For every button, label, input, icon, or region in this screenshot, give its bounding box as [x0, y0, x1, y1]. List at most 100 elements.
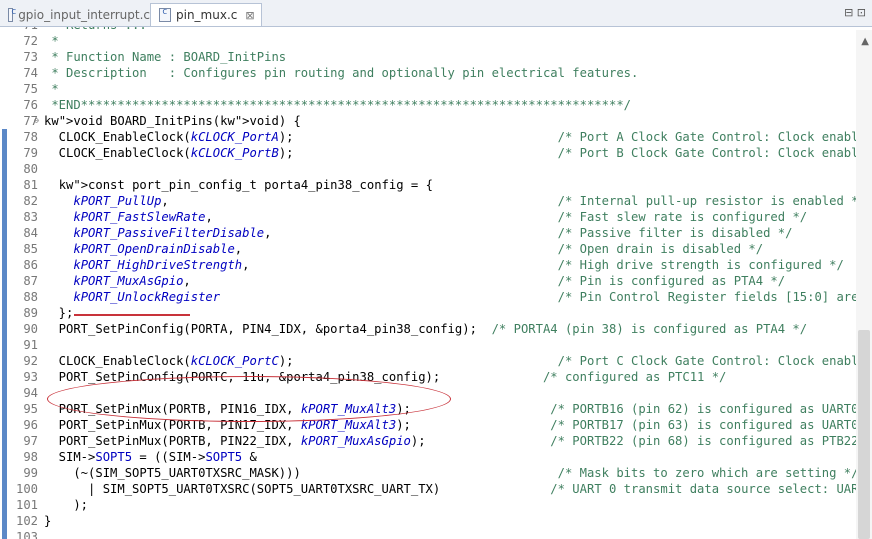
code-line[interactable]: 88 kPORT_UnlockRegister /* Pin Control R… [8, 289, 872, 305]
code-line[interactable]: 85 kPORT_OpenDrainDisable, /* Open drain… [8, 241, 854, 257]
code-text: kw">const port_pin_config_t porta4_pin38… [58, 178, 433, 192]
code-line[interactable]: 95 PORT_SetPinMux(PORTB, PIN16_IDX, kPOR… [8, 401, 872, 417]
code-text: * Returns ... [44, 27, 146, 32]
code-text: kPORT_PullUp, /* Internal pull-up resist… [73, 194, 866, 208]
code-text: kPORT_UnlockRegister /* Pin Control Regi… [73, 290, 872, 304]
code-line[interactable]: 81 kw">const port_pin_config_t porta4_pi… [8, 177, 854, 193]
code-line[interactable]: 86 kPORT_HighDriveStrength, /* High driv… [8, 257, 854, 273]
code-text: PORT_SetPinMux(PORTB, PIN22_IDX, kPORT_M… [44, 434, 872, 448]
line-number: 102 [15, 514, 38, 528]
line-number: 72 [23, 34, 38, 48]
code-text: CLOCK_EnableClock(kCLOCK_PortC); /* Port… [44, 354, 872, 368]
code-line[interactable]: 103 [8, 529, 854, 539]
code-text: kw">void BOARD_InitPins(kw">void) { [44, 114, 301, 128]
code-text: * [44, 82, 59, 96]
code-text: * [44, 34, 59, 48]
code-line[interactable]: 84 kPORT_PassiveFilterDisable, /* Passiv… [8, 225, 854, 241]
code-text: PORT_SetPinConfig(PORTC, 11u, &porta4_pi… [44, 370, 727, 384]
line-number: 75 [23, 82, 38, 96]
code-line[interactable]: 75 * [8, 81, 854, 97]
code-text: PORT_SetPinMux(PORTB, PIN16_IDX, kPORT_M… [44, 402, 872, 416]
line-number: 81 [23, 178, 38, 192]
code-text: | SIM_SOPT5_UART0TXSRC(SOPT5_UART0TXSRC_… [44, 482, 872, 496]
code-line[interactable]: 99 (~(SIM_SOPT5_UART0TXSRC_MASK))) /* Ma… [8, 465, 858, 481]
code-text: * Function Name : BOARD_InitPins [44, 50, 287, 64]
code-line[interactable]: 83 kPORT_FastSlewRate, /* Fast slew rate… [8, 209, 854, 225]
code-line[interactable]: 73 * Function Name : BOARD_InitPins [8, 49, 854, 65]
code-line[interactable]: 77 kw">void BOARD_InitPins(kw">void) {⊖ [8, 113, 854, 129]
code-text: kPORT_FastSlewRate, /* Fast slew rate is… [73, 210, 808, 224]
line-number: 73 [23, 50, 38, 64]
annotation-underline [74, 314, 190, 316]
line-number: 79 [23, 146, 38, 160]
code-text: ); [44, 498, 89, 512]
code-line[interactable]: 97 PORT_SetPinMux(PORTB, PIN22_IDX, kPOR… [8, 433, 872, 449]
line-number: 87 [23, 274, 38, 288]
c-file-icon [8, 7, 17, 22]
code-line[interactable]: 76 *END*********************************… [8, 97, 854, 113]
line-number: 84 [23, 226, 38, 240]
line-number: 93 [23, 370, 38, 384]
line-number: 86 [23, 258, 38, 272]
code-text: (~(SIM_SOPT5_UART0TXSRC_MASK))) /* Mask … [44, 466, 859, 480]
line-number: 91 [23, 338, 38, 352]
window-controls[interactable]: ⊟ ⊡ [844, 6, 866, 19]
code-area[interactable]: 71 * Returns ...72 *73 * Function Name :… [8, 27, 872, 539]
code-text: CLOCK_EnableClock(kCLOCK_PortB); /* Port… [44, 146, 872, 160]
code-line[interactable]: 74 * Description : Configures pin routin… [8, 65, 854, 81]
code-text: kPORT_MuxAsGpio, /* Pin is configured as… [73, 274, 786, 288]
line-number: 97 [23, 434, 38, 448]
line-number: 80 [23, 162, 38, 176]
line-number: 100 [15, 482, 38, 496]
code-text: kPORT_OpenDrainDisable, /* Open drain is… [73, 242, 764, 256]
tab-pin-mux[interactable]: pin_mux.c ⊠ [150, 3, 262, 26]
code-line[interactable]: 87 kPORT_MuxAsGpio, /* Pin is configured… [8, 273, 854, 289]
code-text: kPORT_PassiveFilterDisable, /* Passive f… [73, 226, 793, 240]
line-number: 96 [23, 418, 38, 432]
code-line[interactable]: 90 PORT_SetPinConfig(PORTA, PIN4_IDX, &p… [8, 321, 854, 337]
line-number: 85 [23, 242, 38, 256]
code-line[interactable]: 89 }; [8, 305, 854, 321]
code-text: }; [44, 306, 74, 320]
code-line[interactable]: 92 CLOCK_EnableClock(kCLOCK_PortC); /* P… [8, 353, 872, 369]
code-line[interactable]: 98 SIM->SOPT5 = ((SIM->SOPT5 & [8, 449, 854, 465]
code-line[interactable]: 96 PORT_SetPinMux(PORTB, PIN17_IDX, kPOR… [8, 417, 872, 433]
fold-toggle-icon[interactable]: ⊖ [34, 113, 39, 129]
scroll-up-icon[interactable]: ▲ [861, 36, 869, 47]
code-line[interactable]: 72 * [8, 33, 854, 49]
code-line[interactable]: 82 kPORT_PullUp, /* Internal pull-up res… [8, 193, 866, 209]
code-editor[interactable]: 71 * Returns ...72 *73 * Function Name :… [0, 27, 872, 539]
close-icon[interactable]: ⊠ [245, 9, 254, 22]
line-number: 103 [15, 530, 38, 539]
vertical-scrollbar[interactable]: ▲ [856, 30, 872, 539]
line-number: 78 [23, 130, 38, 144]
c-file-icon [159, 7, 171, 22]
line-number: 83 [23, 210, 38, 224]
code-line[interactable]: 100 | SIM_SOPT5_UART0TXSRC(SOPT5_UART0TX… [8, 481, 872, 497]
tab-gpio-input-interrupt[interactable]: gpio_input_interrupt.c [0, 4, 150, 26]
code-line[interactable]: 101 ); [8, 497, 854, 513]
code-line[interactable]: 78 CLOCK_EnableClock(kCLOCK_PortA); /* P… [8, 129, 872, 145]
code-text: * Description : Configures pin routing a… [44, 66, 639, 80]
code-text: CLOCK_EnableClock(kCLOCK_PortA); /* Port… [44, 130, 872, 144]
code-line[interactable]: 79 CLOCK_EnableClock(kCLOCK_PortB); /* P… [8, 145, 872, 161]
code-line[interactable]: 94 [8, 385, 854, 401]
code-line[interactable]: 91 [8, 337, 854, 353]
scrollbar-thumb[interactable] [858, 330, 870, 539]
line-number: 99 [23, 466, 38, 480]
line-number: 89 [23, 306, 38, 320]
code-line[interactable]: 93 PORT_SetPinConfig(PORTC, 11u, &porta4… [8, 369, 854, 385]
line-number: 88 [23, 290, 38, 304]
code-text: } [44, 514, 52, 528]
line-number: 94 [23, 386, 38, 400]
change-ruler [0, 27, 8, 539]
code-text: PORT_SetPinMux(PORTB, PIN17_IDX, kPORT_M… [44, 418, 872, 432]
code-text: kPORT_HighDriveStrength, /* High drive s… [73, 258, 844, 272]
line-number: 95 [23, 402, 38, 416]
editor-tab-bar: gpio_input_interrupt.c pin_mux.c ⊠ ⊟ ⊡ [0, 0, 872, 27]
tab-label: pin_mux.c [176, 8, 238, 22]
line-number: 76 [23, 98, 38, 112]
code-line[interactable]: 80 [8, 161, 854, 177]
code-text: PORT_SetPinConfig(PORTA, PIN4_IDX, &port… [44, 322, 808, 336]
code-line[interactable]: 102} [8, 513, 854, 529]
